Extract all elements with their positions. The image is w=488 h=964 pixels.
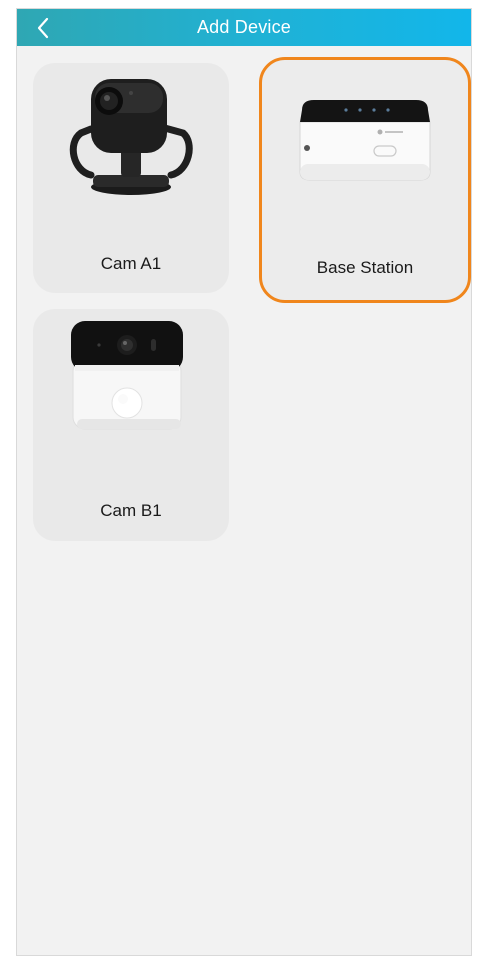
device-card-cam-a1[interactable]: Cam A1: [33, 63, 229, 293]
device-card-cam-b1[interactable]: Cam B1: [33, 309, 229, 541]
page-title: Add Device: [196, 17, 292, 37]
device-label: Cam B1: [100, 501, 162, 520]
device-label: Base Station: [316, 258, 414, 277]
chevron-left-icon: [37, 17, 49, 38]
battery-camera-icon: [71, 321, 183, 430]
device-label: Cam A1: [100, 254, 162, 273]
back-button[interactable]: [25, 9, 61, 46]
phone-screen: Add Device Cam A1 Base Station Cam B1: [16, 8, 472, 956]
ptz-camera-icon: [69, 79, 193, 195]
device-card-base-station[interactable]: Base Station: [259, 57, 471, 303]
base-station-icon: [299, 100, 431, 181]
app-header: Add Device: [17, 9, 471, 46]
